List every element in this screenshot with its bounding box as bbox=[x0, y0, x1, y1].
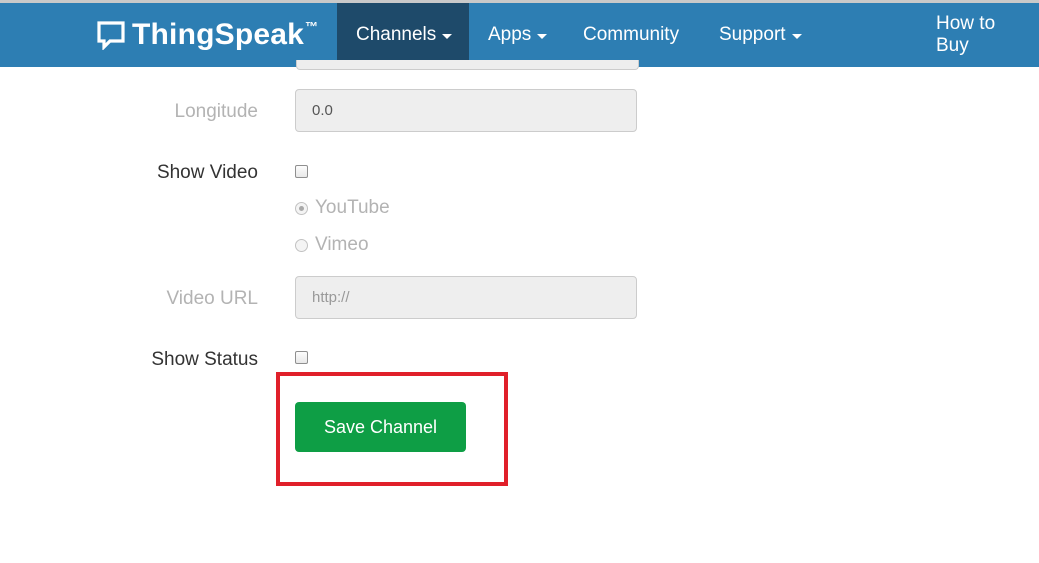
nav-channels[interactable]: Channels bbox=[337, 3, 469, 67]
video-url-input[interactable]: http:// bbox=[295, 276, 637, 319]
nav-community-label: Community bbox=[583, 24, 680, 45]
brand-name: ThingSpeak bbox=[132, 18, 305, 51]
youtube-radio[interactable] bbox=[295, 201, 308, 215]
longitude-label: Longitude bbox=[174, 101, 258, 122]
show-status-checkbox[interactable] bbox=[295, 351, 308, 364]
top-navbar: ThingSpeak ™ Channels Apps Community Sup… bbox=[0, 3, 1039, 67]
video-url-label: Video URL bbox=[166, 288, 258, 309]
brand-logo[interactable]: ThingSpeak ™ bbox=[96, 15, 318, 55]
nav-how-to-buy[interactable]: How to Buy bbox=[917, 3, 1039, 67]
video-url-placeholder: http:// bbox=[312, 289, 350, 306]
vimeo-radio[interactable] bbox=[295, 238, 308, 252]
youtube-label: YouTube bbox=[315, 197, 390, 218]
longitude-input[interactable]: 0.0 bbox=[295, 89, 637, 132]
nav-support[interactable]: Support bbox=[700, 3, 821, 67]
longitude-value: 0.0 bbox=[312, 102, 333, 119]
nav-apps-label: Apps bbox=[488, 24, 532, 45]
nav-community[interactable]: Community bbox=[564, 3, 698, 67]
caret-down-icon bbox=[537, 33, 548, 39]
vimeo-option[interactable]: Vimeo bbox=[295, 234, 369, 256]
show-status-label: Show Status bbox=[151, 349, 258, 370]
latitude-input-partial[interactable] bbox=[296, 60, 639, 70]
caret-down-icon bbox=[791, 33, 802, 39]
nav-apps[interactable]: Apps bbox=[469, 3, 566, 67]
vimeo-label: Vimeo bbox=[315, 234, 369, 255]
nav-channels-label: Channels bbox=[356, 24, 437, 45]
nav-support-label: Support bbox=[719, 24, 786, 45]
show-video-label: Show Video bbox=[156, 162, 258, 183]
youtube-option[interactable]: YouTube bbox=[295, 197, 390, 219]
caret-down-icon bbox=[442, 33, 453, 39]
speech-bubble-icon bbox=[97, 21, 125, 50]
save-channel-button[interactable]: Save Channel bbox=[295, 402, 466, 452]
show-video-checkbox[interactable] bbox=[295, 165, 308, 178]
brand-trademark: ™ bbox=[305, 19, 319, 34]
nav-how-to-buy-label: How to Buy bbox=[936, 13, 996, 56]
